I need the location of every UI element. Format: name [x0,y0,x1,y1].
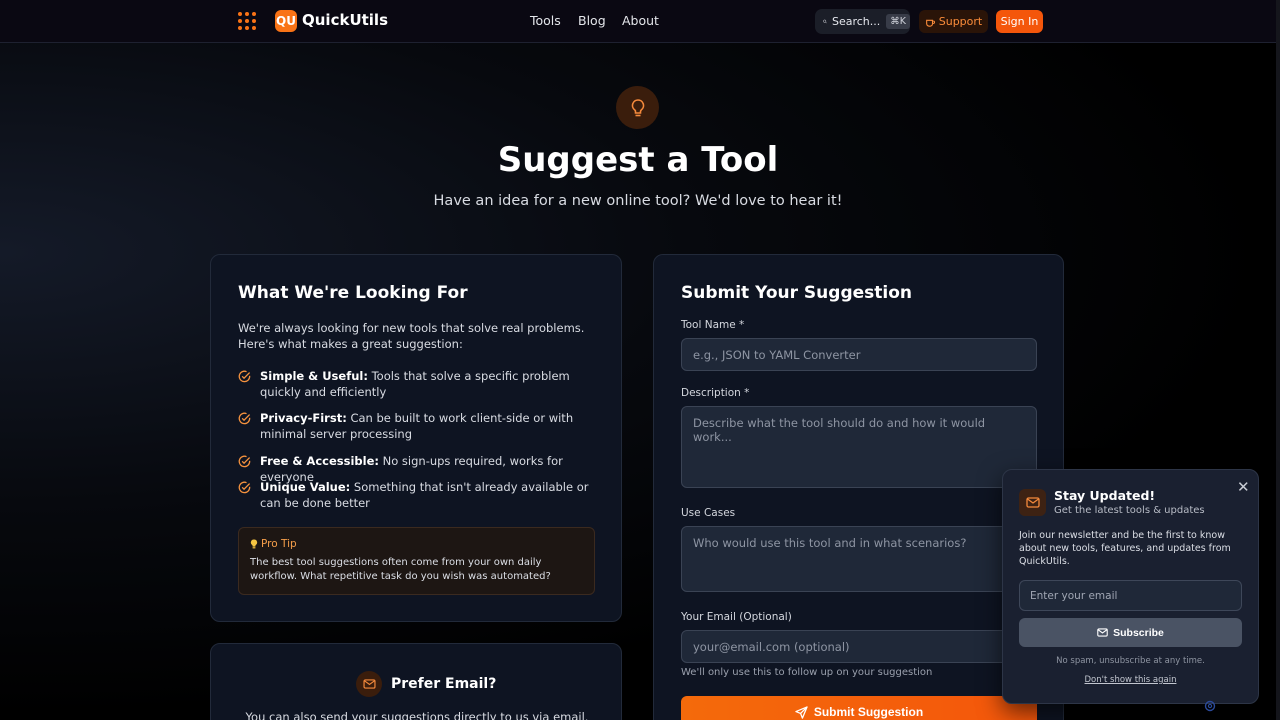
settings-gear-icon[interactable] [1203,699,1217,713]
prefer-email-title: Prefer Email? [391,676,497,692]
use-cases-label: Use Cases [681,507,736,519]
page-title: Suggest a Tool [497,140,779,180]
dont-show-again-link[interactable]: Don't show this again [1003,675,1258,685]
looking-for-intro: We're always looking for new tools that … [238,321,585,351]
top-nav: QU QuickUtils Tools Blog About Search...… [0,0,1276,43]
tool-name-input[interactable] [681,338,1037,371]
submit-label: Submit Suggestion [813,705,924,719]
pro-tip-box: Pro Tip The best tool suggestions often … [238,527,595,595]
search-shortcut: ⌘K [886,14,910,29]
check-circle-icon [238,481,251,494]
criteria-name: Unique Value: [260,480,351,494]
newsletter-subtitle: Get the latest tools & updates [1054,505,1205,516]
newsletter-note: No spam, unsubscribe at any time. [1056,656,1205,666]
subscribe-button[interactable]: Subscribe [1019,618,1242,647]
pro-tip-heading: Pro Tip [250,538,583,550]
search-icon [823,19,827,24]
close-icon[interactable]: ✕ [1237,478,1250,496]
email-hint: We'll only use this to follow up on your… [681,667,933,678]
mail-icon [362,679,376,689]
email-input[interactable] [681,630,1037,663]
prefer-email-text: You can also send your suggestions direc… [245,710,589,720]
criteria-name: Free & Accessible: [260,454,379,468]
criteria-item: Privacy-First: Can be built to work clie… [238,410,598,442]
check-circle-icon [238,370,251,383]
hero-lightbulb-badge [616,86,659,129]
use-cases-textarea[interactable] [681,526,1037,592]
check-circle-icon [238,455,251,468]
nav-link-about[interactable]: About [622,13,659,28]
lightbulb-icon [631,98,644,116]
lightbulb-icon [250,539,258,549]
page-scrollbar[interactable] [1276,0,1280,720]
mail-icon [1025,497,1040,508]
criteria-item: Simple & Useful: Tools that solve a spec… [238,368,598,400]
nav-link-blog[interactable]: Blog [578,13,606,28]
mail-icon [1097,628,1108,637]
page-subtitle: Have an idea for a new online tool? We'd… [433,193,843,209]
logo-icon[interactable]: QU [275,10,297,32]
subscribe-label: Subscribe [1113,626,1164,639]
coffee-icon [925,19,935,27]
newsletter-body: Join our newsletter and be the first to … [1019,530,1231,567]
newsletter-title: Stay Updated! [1054,488,1156,503]
prefer-email-card: Prefer Email? You can also send your sug… [210,643,622,720]
mail-badge [356,671,382,697]
tool-name-label: Tool Name * [681,319,745,331]
looking-for-card: What We're Looking For We're always look… [210,254,622,622]
pro-tip-label: Pro Tip [261,538,297,550]
pro-tip-text: The best tool suggestions often come fro… [250,557,551,582]
criteria-item: Unique Value: Something that isn't alrea… [238,479,598,511]
description-textarea[interactable] [681,406,1037,488]
newsletter-mail-badge [1019,489,1046,516]
email-label: Your Email (Optional) [681,611,792,623]
looking-for-title: What We're Looking For [238,283,468,303]
check-circle-icon [238,412,251,425]
newsletter-email-input[interactable] [1019,580,1242,611]
support-label: Support [938,15,983,28]
criteria-name: Privacy-First: [260,411,347,425]
submit-suggestion-button[interactable]: Submit Suggestion [681,696,1037,720]
nav-link-tools[interactable]: Tools [530,13,561,28]
brand-name[interactable]: QuickUtils [302,11,388,29]
search-button[interactable]: Search... ⌘K [815,9,910,34]
search-label: Search... [831,15,881,28]
apps-grid-icon[interactable] [238,12,257,31]
support-button[interactable]: Support [919,10,988,33]
send-icon [795,705,808,719]
form-title: Submit Your Suggestion [681,283,913,303]
criteria-name: Simple & Useful: [260,369,368,383]
description-label: Description * [681,387,750,399]
sign-in-button[interactable]: Sign In [996,10,1043,33]
newsletter-popup: ✕ Stay Updated! Get the latest tools & u… [1002,469,1259,704]
